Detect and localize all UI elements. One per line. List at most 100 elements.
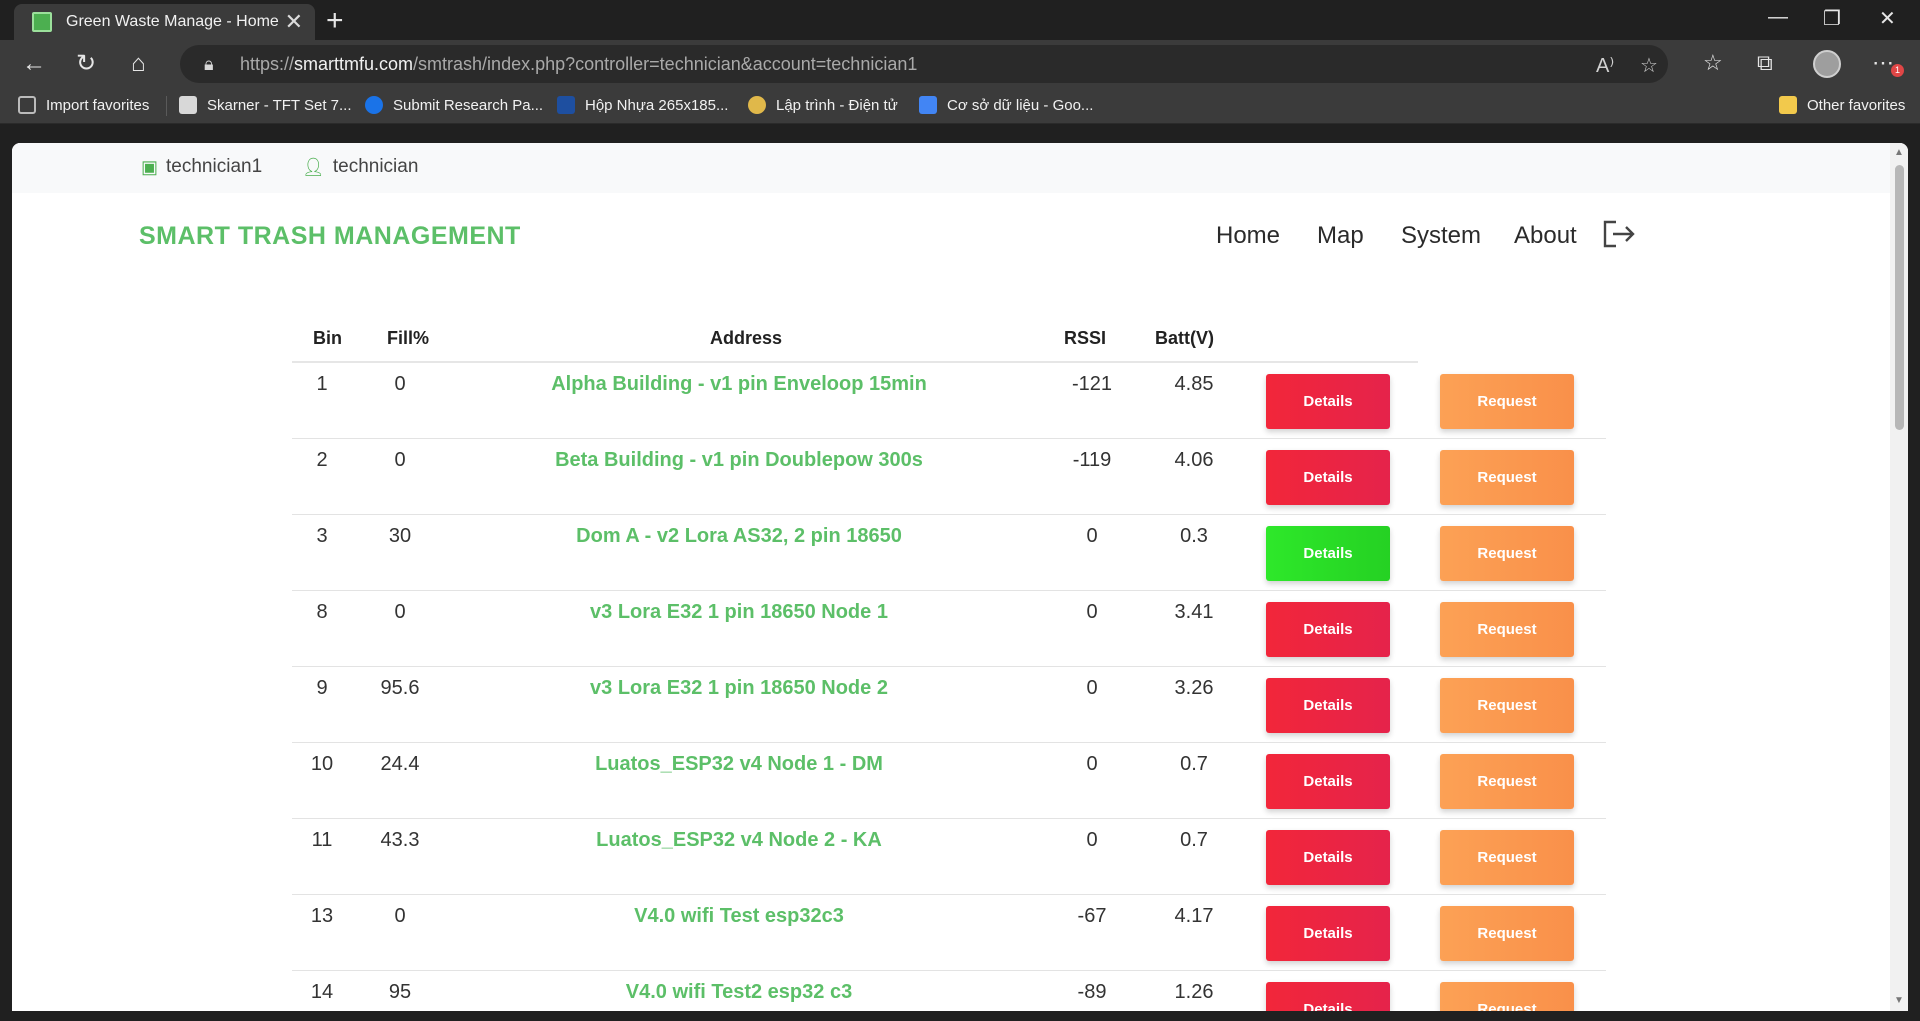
battery-voltage: 0.3 [1180, 525, 1208, 547]
bin-address-link[interactable]: v3 Lora E32 1 pin 18650 Node 2 [462, 677, 1016, 700]
table-row: 14 95 V4.0 wifi Test2 esp32 c3 -89 1.26 Detai… [292, 971, 1606, 1011]
favorites-icon[interactable]: ☆ [1703, 50, 1723, 76]
refresh-icon[interactable]: ↻ [76, 50, 96, 78]
details-button[interactable]: Details [1266, 374, 1390, 429]
battery-voltage: 3.41 [1174, 601, 1214, 623]
fill-percent: 30 [388, 525, 412, 547]
rssi-value: 0 [1086, 677, 1098, 699]
details-button[interactable]: Details [1266, 678, 1390, 733]
skarner-icon [179, 96, 197, 114]
scroll-thumb[interactable] [1895, 165, 1904, 430]
request-button[interactable]: Request [1440, 830, 1574, 885]
request-button[interactable]: Request [1440, 754, 1574, 809]
bin-address-link[interactable]: v3 Lora E32 1 pin 18650 Node 1 [462, 601, 1016, 624]
minimize-icon[interactable]: — [1768, 6, 1788, 29]
collections-icon[interactable]: ⧉ [1757, 50, 1773, 76]
scroll-up-icon[interactable]: ▲ [1894, 147, 1904, 158]
bin-number: 10 [310, 753, 334, 775]
bin-number: 14 [310, 981, 334, 1003]
request-button[interactable]: Request [1440, 602, 1574, 657]
c-icon [365, 96, 383, 114]
details-button[interactable]: Details [1266, 526, 1390, 581]
site-favicon-icon [32, 12, 52, 32]
nav-about[interactable]: About [1514, 222, 1577, 250]
scroll-down-icon[interactable]: ▼ [1894, 995, 1904, 1006]
bin-address-link[interactable]: Dom A - v2 Lora AS32, 2 pin 18650 [462, 525, 1016, 548]
details-button[interactable]: Details [1266, 754, 1390, 809]
details-button[interactable]: Details [1266, 982, 1390, 1011]
account-name: technician1 [166, 156, 263, 177]
rssi-value: 0 [1086, 525, 1098, 547]
nav-home[interactable]: Home [1216, 222, 1280, 250]
request-button[interactable]: Request [1440, 906, 1574, 961]
bin-number: 9 [316, 677, 328, 699]
details-button[interactable]: Details [1266, 450, 1390, 505]
bin-number: 11 [311, 829, 333, 851]
docs-icon [919, 96, 937, 114]
rssi-value: -119 [1072, 449, 1112, 471]
home-icon[interactable]: ⌂ [131, 50, 146, 78]
read-aloud-icon[interactable]: A⁾ [1596, 53, 1614, 78]
bookmark-skarner[interactable]: Skarner - TFT Set 7... [179, 96, 352, 114]
column-header-bin: Bin [313, 328, 342, 348]
bookmark-import-favorites[interactable]: Import favorites [18, 96, 149, 114]
browser-tab[interactable]: Green Waste Manage - Home ✕ [14, 4, 315, 40]
table-row: 8 0 v3 Lora E32 1 pin 18650 Node 1 0 3.41 Det… [292, 591, 1606, 667]
bin-number: 13 [310, 905, 334, 927]
request-button[interactable]: Request [1440, 678, 1574, 733]
fill-percent: 0 [394, 373, 406, 395]
fill-percent: 0 [394, 601, 406, 623]
page-scrollbar[interactable]: ▲ ▼ [1890, 143, 1908, 1011]
details-button[interactable]: Details [1266, 830, 1390, 885]
back-icon[interactable]: ← [22, 50, 46, 78]
bin-address-link[interactable]: Luatos_ESP32 v4 Node 2 - KA [462, 829, 1016, 852]
notification-badge: 1 [1891, 64, 1904, 77]
address-bar[interactable]: 🔒︎ https://smarttmfu.com/smtrash/index.p… [180, 45, 1668, 83]
column-header-address: Address [710, 328, 783, 348]
fill-percent: 95.6 [380, 677, 420, 699]
table-row: 9 95.6 v3 Lora E32 1 pin 18650 Node 2 0 3.26… [292, 667, 1606, 743]
add-favorite-icon[interactable]: ☆ [1640, 53, 1658, 78]
nav-map[interactable]: Map [1317, 222, 1364, 250]
bin-address-link[interactable]: Luatos_ESP32 v4 Node 1 - DM [462, 753, 1016, 776]
details-button[interactable]: Details [1266, 602, 1390, 657]
close-window-icon[interactable]: ✕ [1879, 6, 1896, 31]
url-text[interactable]: https://smarttmfu.com/smtrash/index.php?… [240, 54, 917, 75]
user-check-icon: 👤︎ [302, 156, 325, 177]
fill-percent: 95 [388, 981, 412, 1003]
rssi-value: 0 [1086, 753, 1098, 775]
bookmark-submit-research[interactable]: Submit Research Pa... [365, 96, 543, 114]
table-row: 3 30 Dom A - v2 Lora AS32, 2 pin 18650 0 0.3… [292, 515, 1606, 591]
bookmark-hop-nhua[interactable]: Hộp Nhựa 265x185... [557, 96, 728, 114]
bin-address-link[interactable]: V4.0 wifi Test esp32c3 [462, 905, 1016, 928]
rssi-value: -121 [1071, 373, 1113, 395]
brand-logo[interactable]: SMART TRASH MANAGEMENT [139, 222, 521, 251]
favorites-bar: Import favorites Skarner - TFT Set 7... … [0, 88, 1920, 124]
profile-avatar[interactable] [1813, 50, 1841, 78]
request-button[interactable]: Request [1440, 526, 1574, 581]
request-button[interactable]: Request [1440, 450, 1574, 505]
bin-number: 3 [316, 525, 328, 547]
other-favorites[interactable]: Other favorites [1779, 96, 1905, 114]
pin-icon [748, 96, 766, 114]
bin-address-link[interactable]: Beta Building - v1 pin Doublepow 300s [462, 449, 1016, 472]
request-button[interactable]: Request [1440, 982, 1574, 1011]
request-button[interactable]: Request [1440, 374, 1574, 429]
logout-icon[interactable] [1602, 220, 1636, 248]
new-tab-icon[interactable]: + [326, 6, 344, 36]
column-header-rssi: RSSI [1064, 328, 1107, 348]
nav-system[interactable]: System [1401, 222, 1481, 250]
tab-title: Green Waste Manage - Home [66, 13, 279, 30]
restore-icon[interactable]: ❐ [1823, 6, 1841, 31]
bin-address-link[interactable]: Alpha Building - v1 pin Enveloop 15min [462, 373, 1016, 396]
bookmark-co-so-du-lieu[interactable]: Cơ sở dữ liệu - Goo... [919, 96, 1093, 114]
account-info: ▣ technician1 [141, 156, 262, 178]
bin-number: 1 [316, 373, 328, 395]
bookmark-lap-trinh[interactable]: Lập trình - Điện tử [748, 96, 898, 114]
bin-address-link[interactable]: V4.0 wifi Test2 esp32 c3 [462, 981, 1016, 1004]
import-icon [18, 96, 36, 114]
fill-percent: 24.4 [380, 753, 420, 775]
close-tab-icon[interactable]: ✕ [285, 11, 303, 33]
details-button[interactable]: Details [1266, 906, 1390, 961]
lock-icon[interactable]: 🔒︎ [204, 54, 214, 75]
